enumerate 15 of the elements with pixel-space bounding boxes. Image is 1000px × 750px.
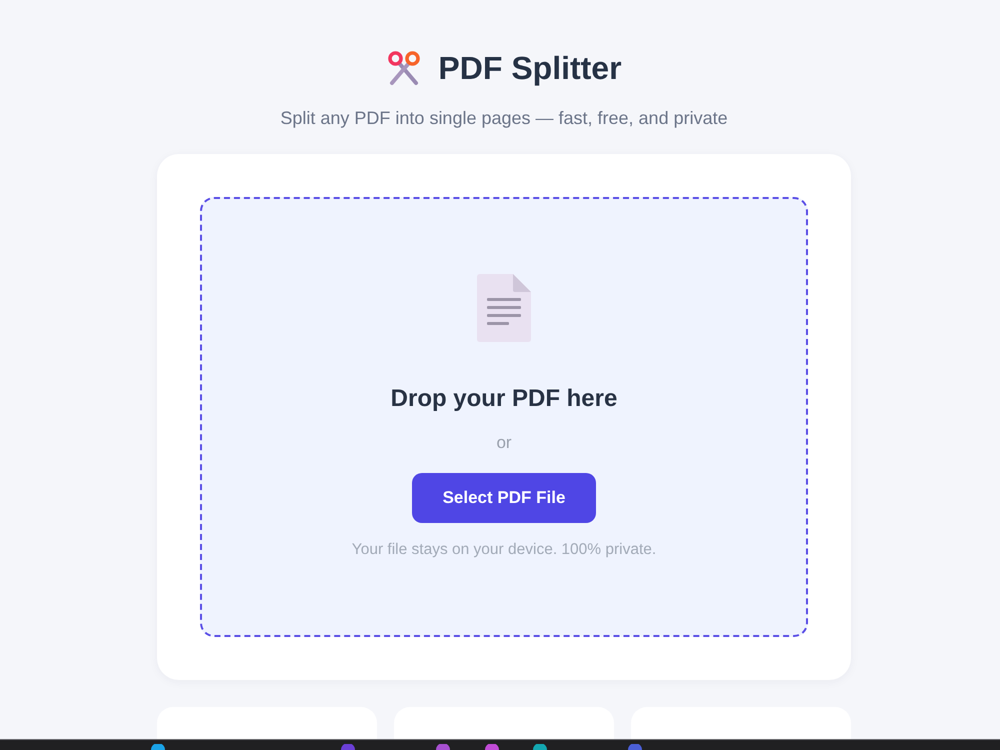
app-title: PDF Splitter xyxy=(438,49,622,88)
select-file-button[interactable]: Select PDF File xyxy=(412,473,596,523)
taskbar-app-icon[interactable] xyxy=(485,744,499,750)
scissors-icon xyxy=(386,50,422,86)
taskbar-app-icon[interactable] xyxy=(341,744,355,750)
taskbar-app-icon[interactable] xyxy=(151,744,165,750)
or-separator: or xyxy=(496,433,512,453)
app-subtitle: Split any PDF into single pages — fast, free, and private xyxy=(280,107,728,129)
taskbar-app-icon[interactable] xyxy=(533,744,547,750)
drop-heading: Drop your PDF here xyxy=(390,384,618,414)
taskbar-app-icon[interactable] xyxy=(436,744,450,750)
taskbar-app-icon[interactable] xyxy=(628,744,642,750)
drop-zone[interactable]: Drop your PDF here or Select PDF File Your file stays on your device. 100% private. xyxy=(200,197,808,637)
document-icon xyxy=(477,274,531,342)
privacy-note: Your file stays on your device. 100% private. xyxy=(352,541,656,559)
